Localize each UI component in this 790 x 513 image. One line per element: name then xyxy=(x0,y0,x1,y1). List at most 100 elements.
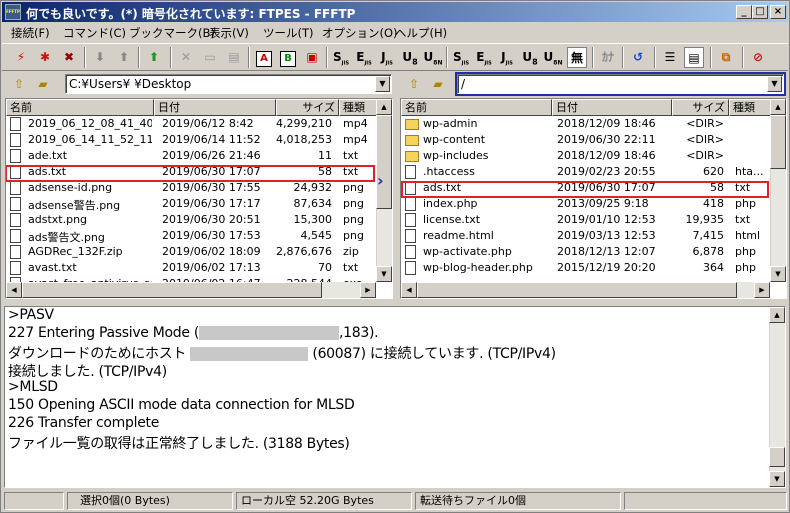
remote-file-list[interactable]: 名前 日付 サイズ 種類 wp-admin 2018/12/09 18:46 <DI… xyxy=(400,98,787,299)
menu-command[interactable]: コマンド(C) xyxy=(63,25,126,41)
minimize-button[interactable]: _ xyxy=(736,5,752,19)
scroll-down-icon[interactable]: ▼ xyxy=(770,266,786,282)
cell-date: 2019/02/23 20:55 xyxy=(557,165,656,178)
table-row[interactable]: adsense-id.png 2019/06/30 17:55 24,932 png xyxy=(6,180,392,196)
scroll-right-icon[interactable]: ▶ xyxy=(360,282,376,298)
cell-type: html xyxy=(735,229,761,242)
upload-icon[interactable]: ⬆ xyxy=(114,47,134,68)
kanji-sjis-host-icon[interactable]: SJIS xyxy=(331,47,351,68)
table-row[interactable]: 2019_06_14_11_52_11.m... 2019/06/14 11:52… xyxy=(6,132,392,148)
scroll-left-icon[interactable]: ◀ xyxy=(6,282,22,298)
ascii-mode-icon[interactable]: A xyxy=(254,47,274,68)
table-row[interactable]: readme.html 2019/03/13 12:53 7,415 html xyxy=(401,228,786,244)
table-row[interactable]: wp-includes 2018/12/09 18:46 <DIR> xyxy=(401,148,786,164)
local-hscroll[interactable]: ◀ ▶ xyxy=(6,282,376,298)
scroll-thumb[interactable] xyxy=(769,447,785,467)
table-row[interactable]: wp-blog-header.php 2015/12/19 20:20 364 php xyxy=(401,260,786,276)
scroll-up-icon[interactable]: ▲ xyxy=(770,99,786,115)
kanji-utf8n-host-icon[interactable]: U8N xyxy=(423,47,443,68)
download-icon[interactable]: ⬇ xyxy=(90,47,110,68)
remote-hscroll[interactable]: ◀ ▶ xyxy=(401,282,770,298)
table-row[interactable]: index.php 2013/09/25 9:18 418 php xyxy=(401,196,786,212)
kana-convert-icon[interactable]: ｶﾅ xyxy=(598,47,618,68)
remote-col-type[interactable]: 種類 xyxy=(729,99,772,116)
local-up-folder-icon[interactable]: ⇧ xyxy=(9,74,29,94)
menu-view[interactable]: 表示(V) xyxy=(209,25,249,41)
scroll-up-icon[interactable]: ▲ xyxy=(769,307,785,323)
rename-icon[interactable]: ▭ xyxy=(200,47,220,68)
close-button[interactable]: × xyxy=(770,5,786,19)
refresh-icon[interactable]: ↺ xyxy=(628,47,648,68)
local-file-list[interactable]: 名前 日付 サイズ 種類 2019_06_12_08_41_40.m...201… xyxy=(5,98,393,299)
table-row[interactable]: wp-admin 2018/12/09 18:46 <DIR> xyxy=(401,116,786,132)
remote-col-date[interactable]: 日付 xyxy=(552,99,672,116)
local-path-combo[interactable]: C:¥Users¥ ¥Desktop ▼ xyxy=(65,74,392,94)
table-row[interactable]: ade.txt 2019/06/26 21:46 11 txt xyxy=(6,148,392,164)
kanji-jis-host-icon[interactable]: JJIS xyxy=(377,47,397,68)
sync-browse-icon[interactable]: ⧉ xyxy=(716,47,736,68)
scroll-down-icon[interactable]: ▼ xyxy=(769,471,785,487)
connect-icon[interactable]: ⚡ xyxy=(11,47,31,68)
table-row[interactable]: wp-activate.php 2018/12/13 12:07 6,878 php xyxy=(401,244,786,260)
remote-up-folder-icon[interactable]: ⇧ xyxy=(404,74,424,94)
file-icon xyxy=(405,245,416,259)
table-row[interactable]: ads警告文.png 2019/06/30 17:53 4,545 png xyxy=(6,228,392,244)
auto-mode-icon[interactable]: ▣ xyxy=(302,47,322,68)
local-vscroll[interactable]: ▲ ▼ xyxy=(376,99,392,282)
local-open-folder-icon[interactable]: ▰ xyxy=(33,74,53,94)
list-view-icon[interactable]: ☰ xyxy=(660,47,680,68)
chevron-down-icon[interactable]: ▼ xyxy=(767,76,782,92)
title-bar[interactable]: FFFTP 何でも良いです。(*) 暗号化されています: FTPES - FFF… xyxy=(2,2,788,22)
remote-path-combo[interactable]: / ▼ xyxy=(455,72,786,96)
stop-icon[interactable]: ⊘ xyxy=(748,47,768,68)
table-row[interactable]: adsense警告.png 2019/06/30 17:17 87,634 png xyxy=(6,196,392,212)
scroll-down-icon[interactable]: ▼ xyxy=(376,266,392,282)
kanji-jis-local-icon[interactable]: JJIS xyxy=(497,47,517,68)
table-row[interactable]: license.txt 2019/01/10 12:53 19,935 txt xyxy=(401,212,786,228)
scroll-thumb[interactable] xyxy=(22,282,322,298)
table-row[interactable]: avast.txt 2019/06/02 17:13 70 txt xyxy=(6,260,392,276)
scroll-thumb[interactable] xyxy=(376,115,392,209)
quick-connect-icon[interactable]: ✱ xyxy=(35,47,55,68)
menu-help[interactable]: ヘルプ(H) xyxy=(395,25,447,41)
table-row[interactable]: adstxt.png 2019/06/30 20:51 15,300 png xyxy=(6,212,392,228)
local-col-type[interactable]: 種類 xyxy=(339,99,377,116)
menu-bookmark[interactable]: ブックマーク(B) xyxy=(129,25,215,41)
menu-connect[interactable]: 接続(F) xyxy=(11,25,50,41)
menu-tools[interactable]: ツール(T) xyxy=(263,25,314,41)
scroll-left-icon[interactable]: ◀ xyxy=(401,282,417,298)
remote-vscroll[interactable]: ▲ ▼ xyxy=(770,99,786,282)
delete-icon[interactable]: ✕ xyxy=(176,47,196,68)
remote-open-folder-icon[interactable]: ▰ xyxy=(428,74,448,94)
scroll-up-icon[interactable]: ▲ xyxy=(376,99,392,115)
binary-mode-icon[interactable]: B xyxy=(278,47,298,68)
kanji-euc-local-icon[interactable]: EJIS xyxy=(474,47,494,68)
scroll-thumb[interactable] xyxy=(770,115,786,169)
kanji-sjis-local-icon[interactable]: SJIS xyxy=(451,47,471,68)
table-row[interactable]: wp-content 2019/06/30 22:11 <DIR> xyxy=(401,132,786,148)
scroll-right-icon[interactable]: ▶ xyxy=(754,282,770,298)
table-row[interactable]: 2019_06_12_08_41_40.m... 2019/06/12 8:42 4… xyxy=(6,116,392,132)
disconnect-icon[interactable]: ✖ xyxy=(59,47,79,68)
chevron-down-icon[interactable]: ▼ xyxy=(375,76,390,92)
menu-options[interactable]: オプション(O) xyxy=(322,25,398,41)
remote-col-size[interactable]: サイズ xyxy=(672,99,729,116)
maximize-button[interactable]: □ xyxy=(752,5,768,19)
local-col-name[interactable]: 名前 xyxy=(6,99,154,116)
no-convert-icon[interactable]: 無 xyxy=(567,47,587,68)
log-panel[interactable]: >PASV 227 Entering Passive Mode (,183). … xyxy=(4,306,786,488)
local-col-date[interactable]: 日付 xyxy=(154,99,276,116)
local-col-size[interactable]: サイズ xyxy=(276,99,339,116)
table-row[interactable]: .htaccess 2019/02/23 20:55 620 hta... xyxy=(401,164,786,180)
log-vscroll[interactable]: ▲ ▼ xyxy=(769,307,785,487)
kanji-utf8-local-icon[interactable]: U8 xyxy=(520,47,540,68)
kanji-euc-host-icon[interactable]: EJIS xyxy=(354,47,374,68)
scroll-thumb[interactable] xyxy=(417,282,737,298)
table-row[interactable]: AGDRec_132F.zip 2019/06/02 18:09 2,876,676… xyxy=(6,244,392,260)
kanji-utf8-host-icon[interactable]: U8 xyxy=(400,47,420,68)
mirror-upload-icon[interactable]: ⬆ xyxy=(144,47,164,68)
mkdir-icon[interactable]: ▤ xyxy=(224,47,244,68)
remote-col-name[interactable]: 名前 xyxy=(401,99,552,116)
kanji-utf8n-local-icon[interactable]: U8N xyxy=(543,47,563,68)
detail-view-icon[interactable]: ▤ xyxy=(684,47,704,68)
